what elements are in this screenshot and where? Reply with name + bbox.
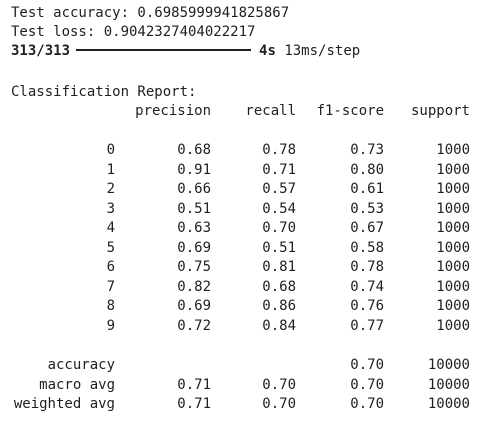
support-value: 1000 bbox=[436, 161, 470, 178]
summary-support-value: 10000 bbox=[427, 357, 470, 373]
support-value: 1000 bbox=[436, 200, 470, 217]
report-title: Classification Report: bbox=[11, 84, 197, 100]
progress-line: 313/313 4s 13ms/step bbox=[11, 42, 360, 61]
support-value: 1000 bbox=[436, 220, 470, 236]
summary-support-value: 10000 bbox=[427, 376, 470, 393]
progress-count: 313/313 bbox=[11, 43, 71, 59]
progress-rate: 13ms/step bbox=[284, 43, 361, 59]
test-loss-line: Test loss: 0.9042327404022217 bbox=[11, 24, 256, 40]
support-value: 1000 bbox=[436, 278, 470, 295]
support-value: 1000 bbox=[436, 239, 470, 256]
summary-support-value: 10000 bbox=[427, 396, 470, 412]
header-support: support bbox=[410, 103, 470, 119]
support-value: 1000 bbox=[436, 142, 470, 158]
support-value: 1000 bbox=[436, 317, 470, 334]
support-value: 1000 bbox=[436, 259, 470, 275]
test-accuracy-line: Test accuracy: 0.6985999941825867 bbox=[11, 5, 290, 21]
progress-time: 4s bbox=[259, 43, 276, 59]
progress-bar bbox=[76, 49, 252, 51]
support-value: 1000 bbox=[436, 181, 470, 197]
support-value: 1000 bbox=[436, 298, 470, 314]
